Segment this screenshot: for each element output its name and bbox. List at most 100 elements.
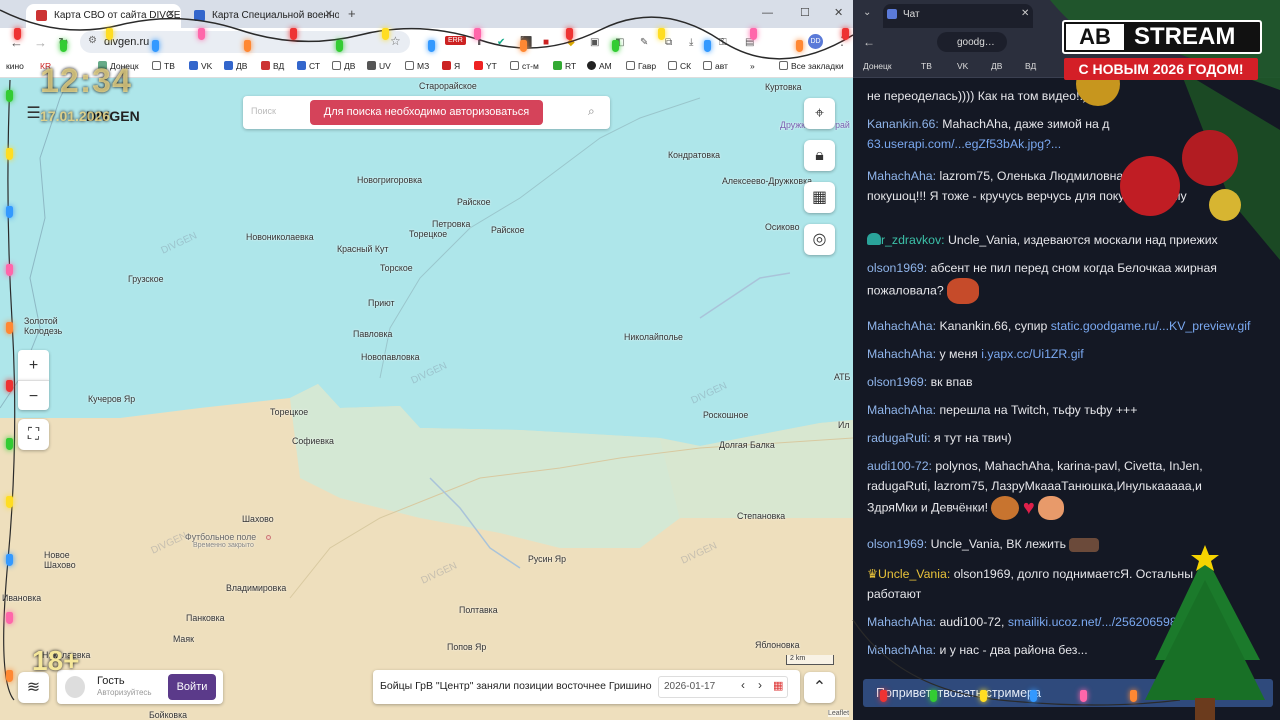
bookmark-item[interactable]: СТ [297,61,320,71]
place-label: Золотой Колодезь [24,316,63,336]
place-label: АТБ [834,372,851,382]
bookmark-item[interactable]: Я [442,61,460,71]
bookmark-item[interactable]: Донецк [863,61,892,71]
chat-nick: MahachAha: [867,615,937,629]
garland-bulb-icon [14,28,21,40]
search-icon[interactable]: ⌕ [588,104,595,119]
place-label: Куртовка [765,82,802,92]
place-label: Павловка [353,329,393,339]
bookmark-item[interactable]: МЗ [405,61,429,71]
garland-bulb-icon [6,554,13,566]
stadium-marker-icon[interactable] [266,535,271,540]
maximize-icon[interactable]: ☐ [800,6,810,19]
back-icon[interactable]: ← [863,35,875,49]
place-label: Николайполье [624,332,683,342]
screen: { "left_browser": { "tabs": [ {"title": … [0,0,1280,720]
close-tab-icon[interactable]: ✕ [325,9,333,20]
close-tab-icon[interactable]: ✕ [1021,8,1029,19]
bookmark-item[interactable]: ДВ [224,61,247,71]
map-search-bar[interactable]: Поиск Для поиска необходимо авторизовать… [243,96,610,129]
chevron-up-icon[interactable]: ⌃ [804,672,835,703]
lock-icon[interactable]: 🔒︎ [804,140,835,171]
bookmark-item[interactable]: ст-м [510,61,539,71]
bookmark-item[interactable]: кино [6,61,24,71]
extension-icon[interactable]: ■ [543,37,549,48]
chat-link[interactable]: smailiki.ucoz.net/.../256206598.i [1008,615,1183,629]
map-canvas[interactable]: DIVGEN DIVGEN DIVGEN DIVGEN DIVGEN DIVGE… [0,78,853,720]
chat-message: radugaRuti: я тут на твич) [867,431,1012,445]
ruler-icon[interactable]: ▦ [804,182,835,213]
chat-link[interactable]: 63.userapi.com/...egZf53bAk.jpg?... [867,137,1061,151]
bookmark-item[interactable]: VK [957,61,968,71]
vd-icon [261,61,270,70]
tab-menu-icon[interactable]: ⌄ [863,7,871,18]
login-button[interactable]: Войти [168,674,216,700]
forward-icon[interactable]: → [34,35,47,50]
download-icon[interactable]: ⤓ [689,37,693,48]
chat-link[interactable]: static.goodgame.ru/...KV_preview.gif [1051,319,1251,333]
emote-icon [1038,496,1065,520]
news-ticker[interactable]: Бойцы ГрВ "Центр" заняли позиции восточн… [380,680,652,692]
search-auth-notice[interactable]: Для поиска необходимо авторизоваться [310,100,543,125]
calendar-icon[interactable]: ▦ [773,679,783,692]
extension-icon[interactable]: ▣ [590,37,599,48]
chat-nick: MahachAha: [867,643,937,657]
chat-message: r_zdravkov: Uncle_Vania, издеваются моск… [867,230,1262,250]
tab-divgen-map[interactable]: Карта СВО от сайта DIVGEN ✕ [26,4,181,28]
tab-special-op-map[interactable]: Карта Специальной военной о ✕ [184,4,339,28]
prev-date-icon[interactable]: ‹ [741,678,745,692]
bookmark-item[interactable]: СК [668,61,691,71]
chat-nick: Kanankin.66: [867,117,939,131]
bookmark-item[interactable]: ДВ [991,61,1002,71]
place-label: Грузское [128,274,164,284]
bookmark-item[interactable]: ТВ [152,61,175,71]
profile-avatar[interactable]: DD [808,34,823,49]
bookmark-item[interactable]: ТВ [921,61,932,71]
close-tab-icon[interactable]: ✕ [167,9,175,20]
extension-icon[interactable]: ✎ [640,37,648,48]
minimize-icon[interactable]: — [762,7,773,19]
close-window-icon[interactable]: ✕ [834,6,843,19]
garland-bulb-icon [152,40,159,52]
map-attribution[interactable]: Leaflet [828,710,850,717]
zoom-in-button[interactable]: + [18,350,49,380]
helmet-badge-icon [867,233,881,245]
next-date-icon[interactable]: › [758,678,762,692]
bookmark-item[interactable]: Гавр [626,61,656,71]
garland-bulb-icon [6,90,13,102]
bookmark-item[interactable]: YT [474,61,497,71]
bookmark-item[interactable]: ВД [1025,61,1036,71]
key-icon[interactable]: ⚿ [719,37,727,48]
fullscreen-icon[interactable]: ⛶ [18,419,49,450]
garland-bulb-icon [198,28,205,40]
place-label: Райское [457,197,491,207]
bookmark-item[interactable]: VK [189,61,212,71]
bookmark-star-icon[interactable]: ☆ [390,34,401,48]
logo-ab: АВ [1066,24,1124,50]
new-tab-button[interactable]: + [348,6,356,21]
bookmark-item[interactable]: АМ [587,61,612,71]
place-label: Полтавка [459,605,498,615]
chat-link[interactable]: i.yapx.cc/Ui1ZR.gif [981,347,1084,361]
zoom-out-button[interactable]: − [18,380,49,410]
bookmark-item[interactable]: RT [553,61,576,71]
ab-stream-logo: АВ STREAM [1062,20,1262,54]
greet-streamer-button[interactable]: Поприветствовать стримера [863,679,1273,707]
bookmarks-overflow-icon[interactable]: » [750,61,755,71]
site-info-icon[interactable]: ⚙ [88,35,97,46]
place-label: Торецкое [409,229,448,239]
all-bookmarks[interactable]: Все закладки [779,61,844,71]
puzzle-icon[interactable]: ⧉ [665,37,672,48]
garland-bulb-icon [6,148,13,160]
err-extension-icon[interactable]: ERR [445,36,466,45]
target-icon[interactable]: ◎ [804,224,835,255]
chat-message: ♛Uncle_Vania: olson1969, долго поднимает… [867,567,1194,601]
place-label: Бойковка [149,710,188,720]
bookmark-item[interactable]: авт [703,61,728,71]
bookmark-item[interactable]: ДВ [332,61,355,71]
bookmark-item[interactable]: ВД [261,61,284,71]
location-pin-icon[interactable]: ⌖ [804,98,835,129]
extension-icon[interactable]: ✔ [497,37,505,48]
scale-bar: 2 km [786,655,834,665]
bookmark-item[interactable]: UV [367,61,391,71]
